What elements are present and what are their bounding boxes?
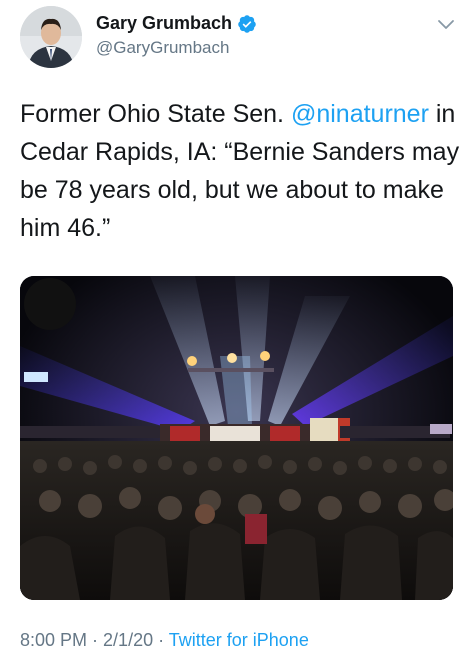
tweet-text: Former Ohio State Sen. @ninaturner in Ce… [20, 95, 460, 247]
tweet-text-part: Former Ohio State Sen. [20, 100, 291, 128]
avatar[interactable] [20, 6, 82, 68]
chevron-down-icon[interactable] [436, 18, 456, 32]
tweet-photo[interactable] [20, 276, 453, 600]
user-handle[interactable]: @GaryGrumbach [96, 38, 229, 58]
tweet-footer: 8:00 PM · 2/1/20 · Twitter for iPhone [20, 630, 309, 651]
verified-badge-icon [238, 14, 256, 33]
separator: · [153, 630, 169, 650]
tweet-source-link[interactable]: Twitter for iPhone [169, 630, 309, 650]
tweet-date[interactable]: 2/1/20 [103, 630, 153, 650]
separator: · [87, 630, 104, 650]
tweet-header: Gary Grumbach @GaryGrumbach [0, 0, 474, 80]
display-name[interactable]: Gary Grumbach [96, 13, 232, 34]
mention-link[interactable]: @ninaturner [291, 100, 429, 128]
tweet-time[interactable]: 8:00 PM [20, 630, 87, 650]
